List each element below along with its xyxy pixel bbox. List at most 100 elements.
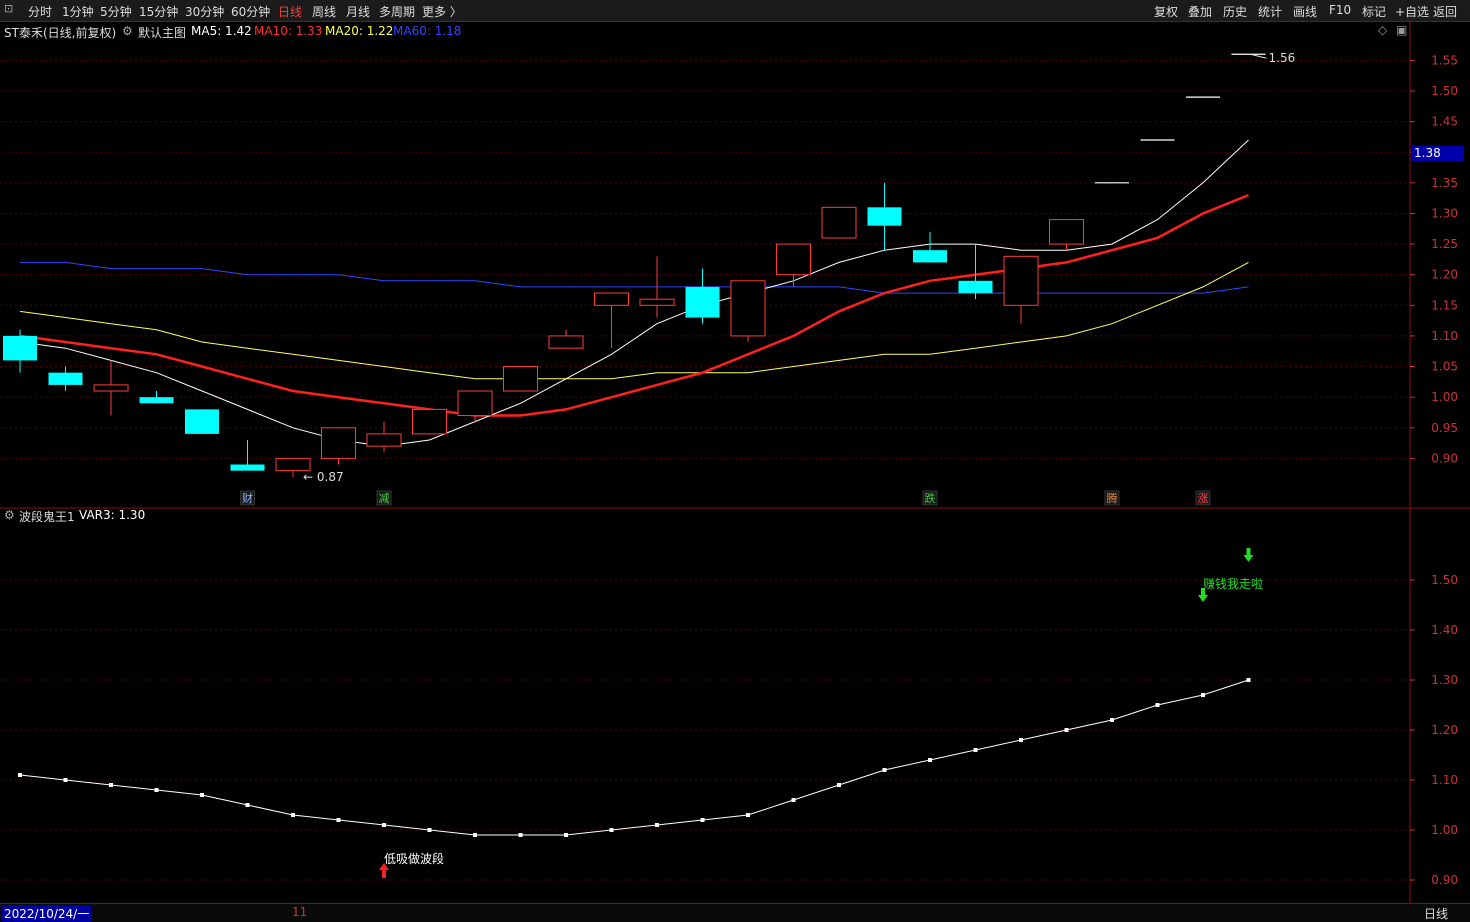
candle-up (548, 335, 584, 349)
var3-point (109, 783, 113, 787)
var3-point (200, 793, 204, 797)
candle-down (230, 464, 265, 471)
y-tick-label: 1.20 (1431, 268, 1458, 282)
fuquan-button[interactable]: 复权 (1154, 3, 1178, 20)
candle-up (1049, 219, 1084, 245)
ma60-line (20, 261, 1249, 294)
var3-point (291, 813, 295, 817)
tab-multi-period[interactable]: 多周期 (379, 3, 415, 20)
var3-point (1064, 728, 1069, 732)
var3-point (1019, 738, 1023, 742)
var3-point (382, 823, 386, 827)
var3-point (928, 758, 932, 762)
ma20-line (19, 261, 1249, 380)
buy-signal-label: 低吸做波段 (384, 851, 444, 866)
draw-button[interactable]: 画线 (1293, 3, 1317, 20)
var3-point (655, 823, 659, 827)
y-tick-label: 0.90 (1431, 451, 1458, 465)
time-axis-bar: 2022/10/24/一 11 日线 (0, 903, 1470, 922)
y-tick-label: 1.20 (1431, 723, 1458, 737)
y-tick-label: 1.05 (1431, 360, 1458, 374)
box-icon[interactable]: ⊡ (4, 2, 13, 15)
var3-point (791, 798, 796, 802)
candle-up (457, 390, 493, 417)
var3-point (746, 813, 750, 817)
y-tick-label: 1.10 (1431, 329, 1458, 343)
var3-point (427, 828, 432, 832)
var3-point (473, 833, 477, 837)
var3-point (1246, 678, 1251, 682)
tab-1min[interactable]: 1分钟 (62, 3, 94, 20)
low-price-label: ← 0.87 (303, 470, 344, 484)
var3-point (837, 783, 841, 787)
var3-point (18, 773, 22, 777)
y-tick-label: 1.30 (1431, 673, 1458, 687)
stats-button[interactable]: 统计 (1258, 3, 1282, 20)
var3-point (700, 818, 705, 822)
tab-more[interactable]: 更多 〉 (422, 3, 462, 20)
candle-down (958, 280, 993, 294)
y-tick-label: 1.30 (1431, 206, 1458, 220)
candle-up (639, 298, 675, 306)
candle-down (913, 250, 947, 263)
add-watchlist-button[interactable]: +自选 (1395, 3, 1429, 20)
tab-15min[interactable]: 15分钟 (139, 3, 178, 20)
event-tag: 跌 (925, 491, 936, 505)
history-button[interactable]: 历史 (1223, 3, 1247, 20)
y-tick-label: 1.45 (1431, 115, 1458, 129)
tab-5min[interactable]: 5分钟 (100, 3, 132, 20)
cursor-date: 2022/10/24/一 (2, 905, 92, 922)
tab-monthly[interactable]: 月线 (346, 3, 370, 20)
var3-point (1155, 703, 1160, 707)
var3-point (609, 828, 614, 832)
y-tick-label: 1.55 (1431, 53, 1458, 67)
candle-up (321, 427, 356, 459)
mark-button[interactable]: 标记 (1362, 3, 1386, 20)
tab-60min[interactable]: 60分钟 (231, 3, 270, 20)
candle-down (685, 286, 720, 318)
candle-up (730, 280, 766, 337)
period-toolbar: ⊡ 分时 1分钟 5分钟 15分钟 30分钟 60分钟 日线 周线 月线 多周期… (0, 0, 1470, 22)
y-tick-label: 0.90 (1431, 873, 1458, 887)
sell-arrow-icon (1243, 548, 1254, 562)
event-tag: 涨 (1198, 492, 1209, 505)
overlay-button[interactable]: 叠加 (1188, 3, 1212, 20)
candle-up (503, 366, 538, 392)
tab-fenshi[interactable]: 分时 (28, 3, 52, 20)
candle-up (1003, 255, 1039, 306)
candle-up (594, 292, 629, 306)
candle-down (185, 409, 219, 434)
tab-daily[interactable]: 日线 (278, 3, 302, 20)
var3-point (336, 818, 341, 822)
y-tick-label: 1.40 (1431, 623, 1458, 637)
back-button[interactable]: 返回 (1433, 3, 1457, 20)
var3-point (1201, 693, 1205, 697)
tab-weekly[interactable]: 周线 (312, 3, 336, 20)
y-tick-label: 1.50 (1431, 84, 1458, 98)
y-tick-label: 1.00 (1431, 823, 1458, 837)
candle-down (3, 335, 37, 361)
kline-chart[interactable]: 1.55 1.50 1.45 1.40 1.35 1.30 1.25 1.20 1.15 1.10… (0, 22, 1470, 903)
candle-up (776, 243, 811, 276)
candle-up (821, 206, 857, 239)
candle-up (412, 408, 447, 435)
candle-down (867, 207, 902, 226)
var3-point (882, 768, 887, 772)
var3-point (63, 778, 68, 782)
y-tick-label: 1.50 (1431, 573, 1458, 587)
var3-point (245, 803, 250, 807)
high-price-label: 1.56 (1269, 51, 1296, 65)
candle-down (139, 397, 174, 404)
event-tag: 腾 (1107, 491, 1118, 505)
candle-up (366, 433, 402, 447)
candle-down (48, 372, 83, 385)
y-tick-label: 1.00 (1431, 390, 1458, 404)
tab-30min[interactable]: 30分钟 (185, 3, 224, 20)
y-tick-label: 0.95 (1431, 421, 1458, 435)
month-marker: 11 (292, 905, 308, 919)
period-label: 日线 (1424, 907, 1449, 921)
y-tick-label: 1.10 (1431, 773, 1458, 787)
f10-button[interactable]: F10 (1329, 3, 1351, 17)
var3-point (973, 748, 978, 752)
event-tag: 财 (242, 491, 253, 505)
